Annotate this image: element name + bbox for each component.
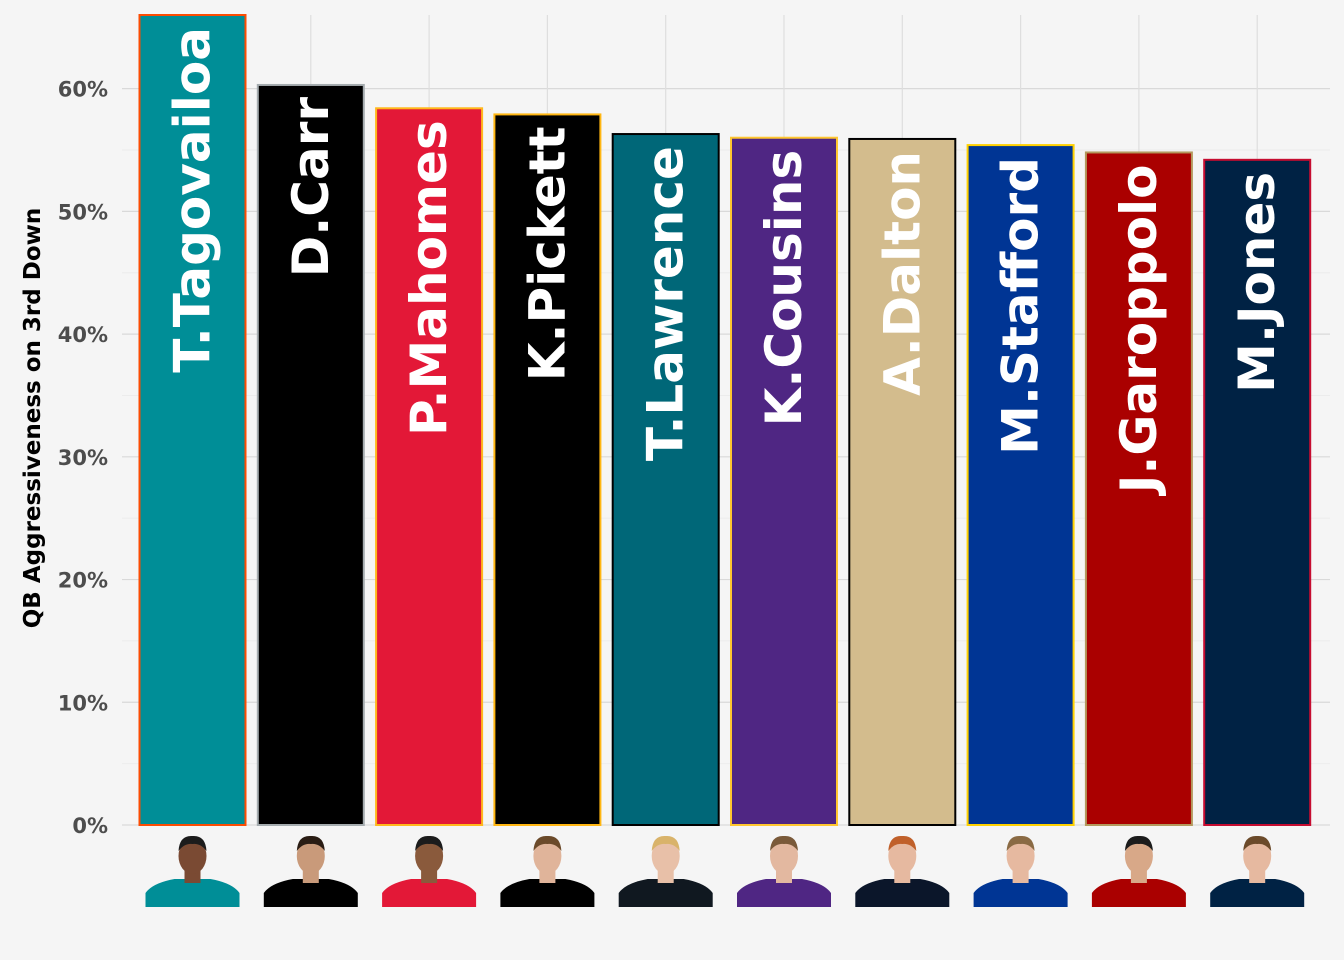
jersey-shape <box>618 879 713 907</box>
jersey-shape <box>382 879 477 907</box>
player-headshot-icon <box>263 835 358 907</box>
y-tick-label: 50% <box>58 200 108 224</box>
y-tick-label: 60% <box>58 78 108 102</box>
jersey-shape <box>263 879 358 907</box>
bar-label: T.Tagovailoa <box>164 27 222 373</box>
y-tick-label: 40% <box>58 323 108 347</box>
y-tick-label: 20% <box>58 569 108 593</box>
bar-label: K.Cousins <box>755 150 813 427</box>
jersey-shape <box>1091 879 1186 907</box>
player-headshot-icon <box>855 835 950 907</box>
y-tick-label: 0% <box>72 814 108 838</box>
y-axis-ticks: 0% 10% 20% 30% 40% 50% 60% <box>58 78 108 838</box>
player-headshots <box>145 835 1305 907</box>
y-tick-label: 10% <box>58 691 108 715</box>
bar-label: J.Garoppolo <box>1110 164 1168 496</box>
bar-label: D.Carr <box>282 97 340 278</box>
y-axis-title: QB Aggressiveness on 3rd Down <box>20 208 46 629</box>
player-headshot-icon <box>737 835 831 907</box>
bar-label: M.Stafford <box>992 157 1050 455</box>
jersey-shape <box>145 879 240 907</box>
jersey-shape <box>500 879 595 907</box>
bar-label: T.Lawrence <box>637 146 695 461</box>
jersey-shape <box>855 879 950 907</box>
bar-label: K.Pickett <box>518 126 576 381</box>
player-headshot-icon <box>618 835 713 907</box>
bar-label: A.Dalton <box>873 151 931 396</box>
bar-chart: 0% 10% 20% 30% 40% 50% 60% QB Aggressiveness o… <box>20 14 1330 907</box>
y-tick-label: 30% <box>58 446 108 470</box>
player-headshot-icon <box>973 835 1068 907</box>
jersey-shape <box>737 879 831 907</box>
player-headshot-icon <box>145 835 240 907</box>
bar-label: M.Jones <box>1228 172 1286 393</box>
player-headshot-icon <box>382 835 477 907</box>
jersey-shape <box>973 879 1068 907</box>
player-headshot-icon <box>500 835 595 907</box>
jersey-shape <box>1210 879 1305 907</box>
player-headshot-icon <box>1210 835 1305 907</box>
player-headshot-icon <box>1091 835 1186 907</box>
bar-label: P.Mahomes <box>400 120 458 436</box>
